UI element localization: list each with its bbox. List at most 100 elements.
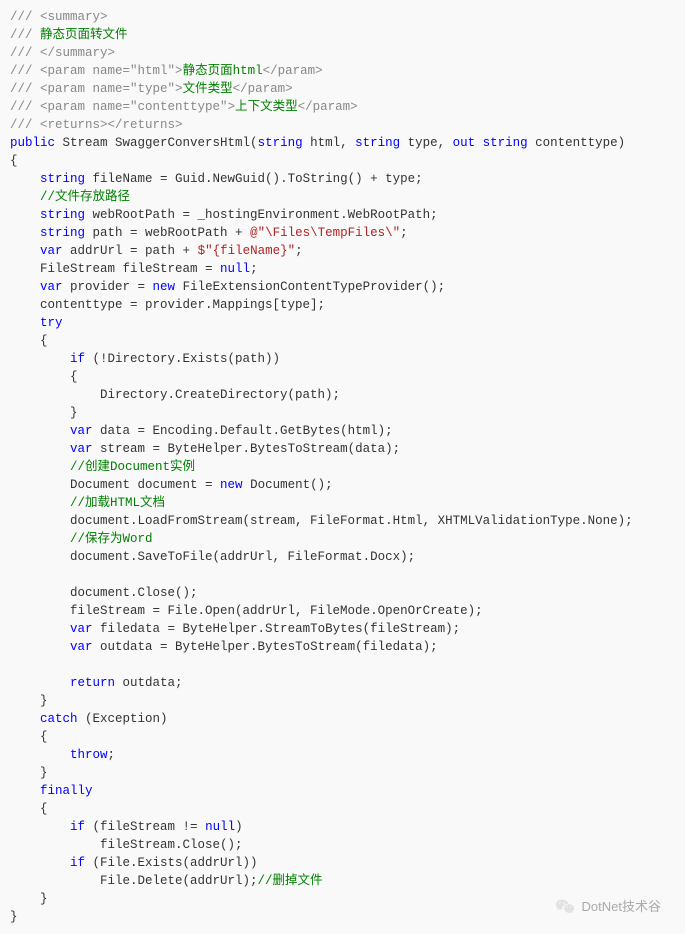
code-token: (Exception)	[78, 712, 168, 726]
code-token: string	[483, 136, 528, 150]
code-line: try	[10, 314, 675, 332]
code-token: 文件类型	[183, 82, 233, 96]
code-token: var	[70, 640, 93, 654]
code-token: throw	[70, 748, 108, 762]
code-line	[10, 566, 675, 584]
code-line: //文件存放路径	[10, 188, 675, 206]
code-line: document.Close();	[10, 584, 675, 602]
code-token: </param>	[233, 82, 293, 96]
code-token: //文件存放路径	[40, 190, 130, 204]
code-token: //删掉文件	[258, 874, 323, 888]
code-token: document.SaveToFile(addrUrl, FileFormat.…	[70, 550, 415, 564]
code-line: }	[10, 692, 675, 710]
code-token: /// <returns></returns>	[10, 118, 183, 132]
code-token: }	[40, 766, 48, 780]
code-line	[10, 656, 675, 674]
code-token: out	[453, 136, 476, 150]
code-token: Document();	[243, 478, 333, 492]
code-token: contenttype = provider.Mappings[type];	[40, 298, 325, 312]
code-token	[10, 568, 18, 582]
code-line: catch (Exception)	[10, 710, 675, 728]
code-token: new	[220, 478, 243, 492]
code-token: string	[40, 208, 85, 222]
code-token: </param>	[298, 100, 358, 114]
code-token: //保存为Word	[70, 532, 153, 546]
code-token: }	[40, 892, 48, 906]
code-line: /// <param name="contenttype">上下文类型</par…	[10, 98, 675, 116]
code-token: var	[40, 244, 63, 258]
code-line: //创建Document实例	[10, 458, 675, 476]
code-token: FileStream fileStream =	[40, 262, 220, 276]
code-token: path = webRootPath +	[85, 226, 250, 240]
code-token: provider =	[63, 280, 153, 294]
code-token: var	[70, 622, 93, 636]
code-line: public Stream SwaggerConversHtml(string …	[10, 134, 675, 152]
code-token	[475, 136, 483, 150]
code-token: ;	[400, 226, 408, 240]
code-token: </param>	[263, 64, 323, 78]
code-line: string path = webRootPath + @"\Files\Tem…	[10, 224, 675, 242]
code-line: FileStream fileStream = null;	[10, 260, 675, 278]
code-line: throw;	[10, 746, 675, 764]
code-token: fileStream.Close();	[100, 838, 243, 852]
code-line: }	[10, 908, 675, 926]
code-token: }	[40, 694, 48, 708]
code-token: var	[40, 280, 63, 294]
code-line: {	[10, 800, 675, 818]
code-token: }	[10, 910, 18, 924]
code-token: {	[40, 334, 48, 348]
code-token: 上下文类型	[235, 100, 298, 114]
code-token: >	[175, 64, 183, 78]
code-token: outdata;	[115, 676, 183, 690]
code-token: try	[40, 316, 63, 330]
code-token: catch	[40, 712, 78, 726]
code-line: Directory.CreateDirectory(path);	[10, 386, 675, 404]
code-line: var provider = new FileExtensionContentT…	[10, 278, 675, 296]
code-token: ///	[10, 28, 40, 42]
code-line: {	[10, 728, 675, 746]
code-token: return	[70, 676, 115, 690]
code-line: string fileName = Guid.NewGuid().ToStrin…	[10, 170, 675, 188]
code-token: var	[70, 424, 93, 438]
code-token: public	[10, 136, 55, 150]
code-line: var filedata = ByteHelper.StreamToBytes(…	[10, 620, 675, 638]
code-line: /// <param name="html">静态页面html</param>	[10, 62, 675, 80]
code-line: if (File.Exists(addrUrl))	[10, 854, 675, 872]
code-line: var data = Encoding.Default.GetBytes(htm…	[10, 422, 675, 440]
code-token: string	[258, 136, 303, 150]
code-line: var outdata = ByteHelper.BytesToStream(f…	[10, 638, 675, 656]
code-token: {	[40, 730, 48, 744]
code-token: 静态页面转文件	[40, 28, 128, 42]
code-line: /// <param name="type">文件类型</param>	[10, 80, 675, 98]
code-token: new	[153, 280, 176, 294]
code-token: if	[70, 820, 85, 834]
code-token: "html"	[130, 64, 175, 78]
code-token: "type"	[130, 82, 175, 96]
code-token: FileExtensionContentTypeProvider();	[175, 280, 445, 294]
code-token	[10, 658, 18, 672]
code-token: /// <summary>	[10, 10, 108, 24]
code-token: finally	[40, 784, 93, 798]
code-token: document.LoadFromStream(stream, FileForm…	[70, 514, 633, 528]
code-token: /// <param name=	[10, 82, 130, 96]
code-token: filedata = ByteHelper.StreamToBytes(file…	[93, 622, 461, 636]
code-token: >	[228, 100, 236, 114]
code-token: (!Directory.Exists(path))	[85, 352, 280, 366]
code-token: //加载HTML文档	[70, 496, 165, 510]
code-token: //创建Document实例	[70, 460, 195, 474]
code-token: {	[40, 802, 48, 816]
code-line: document.LoadFromStream(stream, FileForm…	[10, 512, 675, 530]
code-line: return outdata;	[10, 674, 675, 692]
code-line: }	[10, 764, 675, 782]
code-line: document.SaveToFile(addrUrl, FileFormat.…	[10, 548, 675, 566]
code-token: var	[70, 442, 93, 456]
code-token: string	[40, 226, 85, 240]
code-token: ;	[250, 262, 258, 276]
code-token: fileName = Guid.NewGuid().ToString() + t…	[85, 172, 423, 186]
code-line: if (fileStream != null)	[10, 818, 675, 836]
code-token: type,	[400, 136, 453, 150]
code-block: /// <summary>/// 静态页面转文件/// </summary>//…	[10, 8, 675, 926]
code-line: /// </summary>	[10, 44, 675, 62]
code-line: string webRootPath = _hostingEnvironment…	[10, 206, 675, 224]
code-line: {	[10, 368, 675, 386]
